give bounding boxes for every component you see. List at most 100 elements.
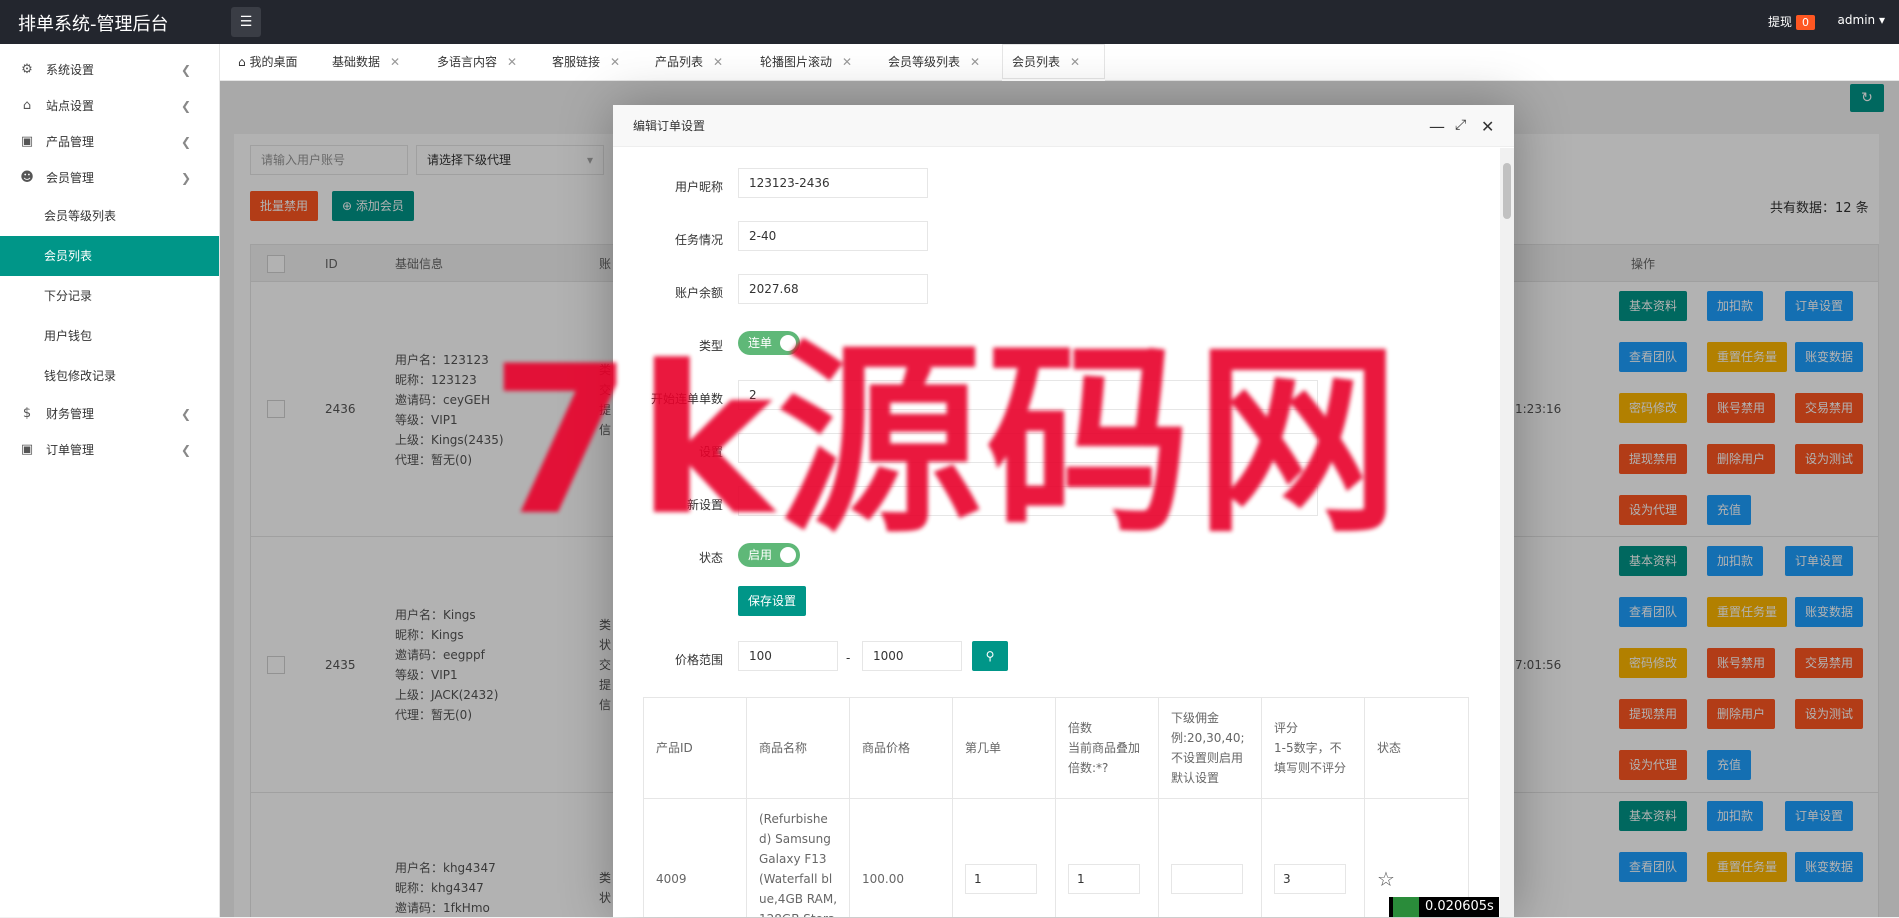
tab-member-levels[interactable]: 会员等级列表 ✕ [878, 44, 990, 81]
commission-input[interactable] [1171, 863, 1243, 894]
sidebar-item-products[interactable]: ▣ 产品管理 ❮ [0, 124, 219, 160]
search-icon: ⚲ [985, 649, 995, 663]
close-icon[interactable]: ✕ [842, 55, 852, 69]
hamburger-icon: ☰ [239, 14, 253, 30]
tab-label: 我的桌面 [249, 55, 298, 69]
tab-desktop[interactable]: ⌂ 我的桌面 [228, 44, 307, 81]
nickname-label: 用户昵称 [674, 180, 723, 194]
th-product-name: 商品名称 [747, 698, 850, 798]
close-icon[interactable]: ✕ [1070, 55, 1080, 69]
scrollbar-thumb[interactable] [1503, 163, 1511, 219]
sidebar: ⚙ 系统设置 ❮ ⌂ 站点设置 ❮ ▣ 产品管理 ❮ ☻ 会员管理 ❯ 会员等级列表 会员列表 … [0, 44, 220, 917]
balance-label: 账户余额 [674, 286, 723, 300]
tab-product-list[interactable]: 产品列表 ✕ [645, 44, 733, 81]
price-max-input[interactable]: 1000 [862, 641, 962, 671]
modal-scrollbar[interactable] [1500, 148, 1514, 917]
tab-member-list[interactable]: 会员列表 ✕ [1002, 44, 1105, 81]
rating-input[interactable]: 3 [1274, 863, 1346, 894]
sidebar-item-label: 财务管理 [46, 407, 95, 421]
cell-product-price: 100.00 [850, 798, 953, 917]
withdraw-count-badge: 0 [1796, 15, 1815, 30]
tab-basic-data[interactable]: 基础数据 ✕ [322, 44, 410, 81]
price-separator: - [846, 651, 851, 665]
balance-field[interactable]: 2027.68 [738, 274, 928, 304]
maximize-icon[interactable]: ⤢ [1455, 117, 1466, 133]
chevron-down-icon: ❯ [180, 171, 191, 185]
app-title: 排单系统-管理后台 [18, 14, 169, 35]
product-table: 产品ID 商品名称 商品价格 第几单 倍数 当前商品叠加倍数:*? 下级佣金例:… [643, 697, 1469, 917]
sidebar-item-label: 系统设置 [46, 63, 95, 77]
th-rating: 评分 1-5数字，不填写则不评分 [1262, 698, 1365, 798]
tab-label: 多语言内容 [437, 55, 498, 69]
sidebar-sub-wallet-log[interactable]: 钱包修改记录 [0, 356, 219, 396]
multiple-input[interactable]: 1 [1068, 863, 1140, 894]
chevron-left-icon: ❮ [180, 443, 191, 457]
close-icon[interactable]: ✕ [507, 55, 517, 69]
tab-label: 会员等级列表 [888, 55, 961, 69]
chevron-left-icon: ❮ [180, 63, 191, 77]
tab-label: 客服链接 [552, 55, 601, 69]
watermark-text: 7k源码网 [490, 323, 1404, 561]
top-bar: 排单系统-管理后台 ☰ 提现 0 admin ▾ [0, 0, 1899, 44]
user-icon: ☻ [20, 170, 34, 185]
th-product-id: 产品ID [644, 698, 747, 798]
save-settings-button[interactable]: 保存设置 [738, 586, 807, 616]
cell-product-name: (Refurbished) Samsung Galaxy F13 (Waterf… [747, 798, 850, 917]
withdraw-label: 提现 [1767, 15, 1792, 29]
close-icon[interactable]: ✕ [970, 55, 980, 69]
dollar-icon: $ [22, 406, 32, 421]
sidebar-item-system[interactable]: ⚙ 系统设置 ❮ [0, 52, 219, 88]
tab-label: 产品列表 [655, 55, 704, 69]
withdraw-notice[interactable]: 提现 0 [1768, 13, 1815, 30]
home-icon: ⌂ [22, 98, 32, 113]
sidebar-sub-member-list[interactable]: 会员列表 [0, 236, 219, 276]
close-icon[interactable]: ✕ [1481, 117, 1494, 136]
tab-bar: ⌂ 我的桌面 基础数据 ✕ 多语言内容 ✕ 客服链接 ✕ 产品列表 ✕ 轮播图片滚动 ✕ … [220, 44, 1899, 81]
search-button[interactable]: ⚲ [972, 641, 1008, 671]
close-icon[interactable]: ✕ [610, 55, 620, 69]
tab-label: 基础数据 [332, 55, 381, 69]
sidebar-item-members[interactable]: ☻ 会员管理 ❯ [0, 160, 219, 196]
th-status: 状态 [1377, 741, 1402, 755]
sidebar-sub-user-wallet[interactable]: 用户钱包 [0, 316, 219, 356]
perf-time: 0.020605s [1425, 899, 1494, 914]
cell-product-id: 4009 [644, 798, 747, 917]
sidebar-sub-member-levels[interactable]: 会员等级列表 [0, 196, 219, 236]
tab-carousel[interactable]: 轮播图片滚动 ✕ [750, 44, 862, 81]
caret-down-icon: ▾ [1878, 13, 1885, 27]
order-number-input[interactable]: 1 [965, 863, 1037, 894]
modal-title: 编辑订单设置 [633, 119, 706, 133]
sidebar-item-orders[interactable]: ▣ 订单管理 ❮ [0, 432, 219, 468]
sidebar-item-site[interactable]: ⌂ 站点设置 ❮ [0, 88, 219, 124]
nickname-field[interactable]: 123123-2436 [738, 168, 928, 198]
box-icon: ▣ [20, 134, 34, 149]
th-multiple: 倍数 当前商品叠加倍数:*? [1056, 698, 1159, 798]
sidebar-item-label: 会员管理 [46, 171, 95, 185]
chevron-left-icon: ❮ [180, 407, 191, 421]
menu-toggle-button[interactable]: ☰ [231, 7, 261, 37]
chevron-left-icon: ❮ [180, 99, 191, 113]
task-field[interactable]: 2-40 [738, 221, 928, 251]
tab-multilang[interactable]: 多语言内容 ✕ [427, 44, 527, 81]
gear-icon: ⚙ [21, 62, 33, 77]
sidebar-sub-points-log[interactable]: 下分记录 [0, 276, 219, 316]
sidebar-item-finance[interactable]: $ 财务管理 ❮ [0, 396, 219, 432]
chevron-left-icon: ❮ [180, 135, 191, 149]
close-icon[interactable]: ✕ [390, 55, 400, 69]
close-icon[interactable]: ✕ [713, 55, 723, 69]
leaf-icon [1393, 897, 1419, 917]
box-icon: ▣ [20, 442, 34, 457]
th-product-price: 商品价格 [850, 698, 953, 798]
price-range-label: 价格范围 [674, 653, 723, 667]
minimize-icon[interactable]: — [1429, 117, 1445, 136]
user-name: admin [1837, 13, 1876, 27]
home-icon: ⌂ [238, 55, 246, 69]
price-min-input[interactable]: 100 [738, 641, 838, 671]
modal-header: 编辑订单设置 [613, 105, 1514, 147]
th-order-number: 第几单 [953, 698, 1056, 798]
tab-service-link[interactable]: 客服链接 ✕ [542, 44, 630, 81]
th-commission: 下级佣金例:20,30,40;不设置则启用默认设置 [1159, 698, 1262, 798]
user-menu[interactable]: admin ▾ [1838, 13, 1885, 27]
sidebar-item-label: 订单管理 [46, 443, 95, 457]
star-icon[interactable]: ☆ [1377, 869, 1395, 889]
